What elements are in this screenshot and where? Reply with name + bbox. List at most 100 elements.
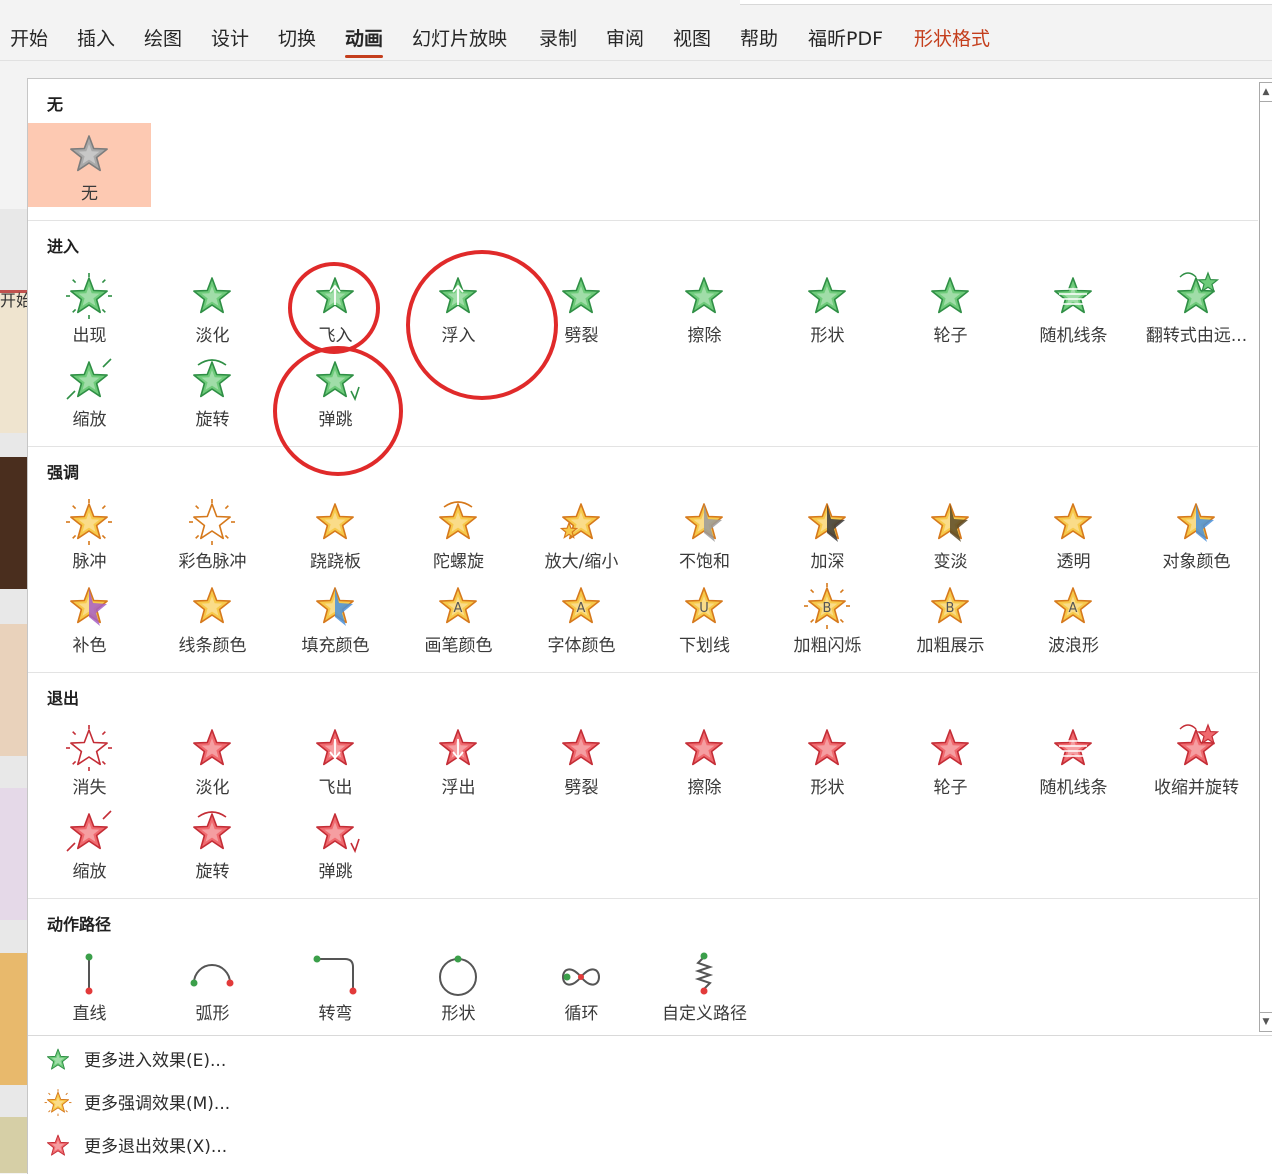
none-star-icon xyxy=(70,135,108,172)
shrink-turn-star-icon xyxy=(1177,723,1220,766)
scroll-down-arrow-icon[interactable]: ▼ xyxy=(1259,1012,1272,1032)
effect-tile[interactable]: 脉冲 xyxy=(28,491,151,575)
effect-tile[interactable]: 陀螺旋 xyxy=(397,491,520,575)
effect-tile[interactable]: 消失 xyxy=(28,717,151,801)
more-effects-item[interactable]: 更多强调效果(M)... xyxy=(44,1083,444,1119)
slide-thumbnail[interactable] xyxy=(0,457,27,589)
section-divider xyxy=(28,898,1258,899)
ribbon-tab[interactable]: 帮助 xyxy=(740,26,778,52)
effect-tile[interactable]: 形状 xyxy=(766,717,889,801)
effect-tile[interactable]: B 加粗展示 xyxy=(889,575,1012,659)
effect-tile[interactable]: 放大/缩小 xyxy=(520,491,643,575)
effect-tile[interactable]: 对象颜色 xyxy=(1135,491,1258,575)
ribbon-tab[interactable]: 设计 xyxy=(211,26,249,52)
slide-thumbnail[interactable] xyxy=(0,290,27,433)
effect-tile[interactable]: 轮子 xyxy=(889,717,1012,801)
effect-tile[interactable]: A 波浪形 xyxy=(1012,575,1135,659)
zoom-star-icon xyxy=(66,358,112,400)
gallery-scrollbar[interactable]: ▲ ▼ xyxy=(1259,82,1272,1032)
effect-tile[interactable]: 填充颜色 xyxy=(274,575,397,659)
effect-tile[interactable]: 轮子 xyxy=(889,265,1012,349)
effect-tile[interactable]: 彩色脉冲 xyxy=(151,491,274,575)
ribbon-tab[interactable]: 幻灯片放映 xyxy=(412,26,507,52)
effect-tile[interactable]: 循环 xyxy=(520,943,643,1027)
effect-label: 波浪形 xyxy=(1048,636,1099,656)
slide-thumbnail[interactable] xyxy=(0,953,27,1085)
effect-tile[interactable]: 变淡 xyxy=(889,491,1012,575)
ribbon-tab[interactable]: 插入 xyxy=(77,26,115,52)
more-effects-item[interactable]: 更多进入效果(E)... xyxy=(44,1040,444,1076)
effect-tile[interactable]: B 加粗闪烁 xyxy=(766,575,889,659)
lighten-star-icon xyxy=(931,503,969,542)
effect-tile[interactable]: 加深 xyxy=(766,491,889,575)
grow-turn-star-icon xyxy=(1177,271,1220,314)
effect-tile[interactable]: 缩放 xyxy=(28,801,151,885)
effect-tile[interactable]: 收缩并旋转 xyxy=(1135,717,1258,801)
effect-tile[interactable]: 出现 xyxy=(28,265,151,349)
effect-tile[interactable]: 跷跷板 xyxy=(274,491,397,575)
effect-tile[interactable]: 形状 xyxy=(397,943,520,1027)
ribbon-tab[interactable]: 切换 xyxy=(278,26,316,52)
effect-tile[interactable]: 补色 xyxy=(28,575,151,659)
effect-tile[interactable]: 飞出 xyxy=(274,717,397,801)
effect-tile[interactable]: 翻转式由远... xyxy=(1135,265,1258,349)
effect-tile[interactable]: A 字体颜色 xyxy=(520,575,643,659)
effect-label: 浮出 xyxy=(441,778,476,798)
slide-thumbnail[interactable] xyxy=(0,788,27,920)
slide-thumbnail[interactable] xyxy=(0,624,27,756)
ribbon-tab[interactable]: 形状格式 xyxy=(914,26,990,52)
ribbon-tab[interactable]: 福昕PDF xyxy=(808,26,883,52)
effect-tile[interactable]: 缩放 xyxy=(28,349,151,433)
effect-tile[interactable]: 弧形 xyxy=(151,943,274,1027)
effect-label: 循环 xyxy=(564,1004,599,1024)
effect-tile[interactable]: 旋转 xyxy=(151,801,274,885)
effect-tile[interactable]: 无 xyxy=(28,123,151,207)
effect-tile[interactable]: 弹跳 xyxy=(274,801,397,885)
ribbon-tab[interactable]: 视图 xyxy=(673,26,711,52)
effect-tile[interactable]: 随机线条 xyxy=(1012,265,1135,349)
ribbon-tab[interactable]: 审阅 xyxy=(606,26,644,52)
ribbon-tab[interactable]: 开始 xyxy=(10,26,48,52)
more-effects-item[interactable]: 更多退出效果(X)... xyxy=(44,1126,444,1162)
effect-label: 形状 xyxy=(441,1004,476,1024)
more-exit-star-icon xyxy=(46,1134,70,1156)
effect-tile[interactable]: 不饱和 xyxy=(643,491,766,575)
effect-tile[interactable]: 自定义路径 xyxy=(643,943,766,1027)
fade-out-star-icon xyxy=(193,729,231,766)
effect-label: 透明 xyxy=(1056,552,1091,572)
svg-text:A: A xyxy=(454,601,463,616)
effect-tile[interactable]: 劈裂 xyxy=(520,717,643,801)
slide-thumbnail-pane: 开始 xyxy=(0,61,27,1173)
effect-tile[interactable]: 浮出 xyxy=(397,717,520,801)
swivel-out-star-icon xyxy=(193,811,231,850)
appear-star-icon xyxy=(66,273,112,319)
effect-tile[interactable]: 形状 xyxy=(766,265,889,349)
effect-tile[interactable]: 转弯 xyxy=(274,943,397,1027)
ribbon-tab[interactable]: 录制 xyxy=(539,26,577,52)
effect-label: 缩放 xyxy=(72,862,107,882)
effect-tile[interactable]: 直线 xyxy=(28,943,151,1027)
wipe-out-star-icon xyxy=(685,729,723,766)
effect-tile[interactable]: 旋转 xyxy=(151,349,274,433)
scroll-track[interactable] xyxy=(1259,102,1272,1012)
fade-star-icon xyxy=(193,277,231,314)
random-bars-star-icon xyxy=(1054,277,1092,314)
scroll-up-arrow-icon[interactable]: ▲ xyxy=(1259,82,1272,102)
ribbon-tab[interactable]: 动画 xyxy=(345,26,384,58)
section-heading: 进入 xyxy=(47,237,80,256)
shape-out-star-icon xyxy=(808,729,846,766)
effect-tile[interactable]: A 画笔颜色 xyxy=(397,575,520,659)
effect-tile[interactable]: 随机线条 xyxy=(1012,717,1135,801)
brush-color-star-icon: A xyxy=(439,587,477,624)
effect-tile[interactable]: 淡化 xyxy=(151,717,274,801)
effect-tile[interactable]: 透明 xyxy=(1012,491,1135,575)
effect-tile[interactable]: 擦除 xyxy=(643,717,766,801)
effect-tile[interactable]: U 下划线 xyxy=(643,575,766,659)
ribbon-tab[interactable]: 绘图 xyxy=(144,26,182,52)
effect-tile[interactable]: 擦除 xyxy=(643,265,766,349)
effect-label: 随机线条 xyxy=(1039,326,1108,346)
slide-thumbnail[interactable] xyxy=(0,1117,27,1173)
effect-tile[interactable]: 淡化 xyxy=(151,265,274,349)
effect-tile[interactable]: 线条颜色 xyxy=(151,575,274,659)
effect-label: 自定义路径 xyxy=(662,1004,747,1024)
